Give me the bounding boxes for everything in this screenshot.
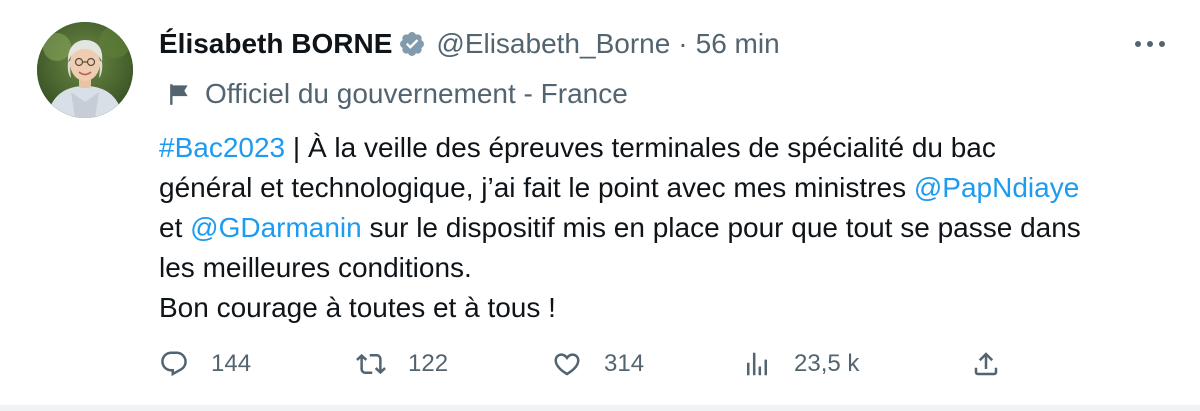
avatar[interactable] <box>37 22 133 118</box>
retweet-icon <box>356 353 386 375</box>
tweet-line: et @GDarmanin sur le dispositif mis en p… <box>159 208 1169 248</box>
tweet-header: Élisabeth BORNE @Elisabeth_Borne · 56 mi… <box>159 24 1170 64</box>
more-icon[interactable] <box>1130 30 1170 58</box>
action-bar: 144 122 314 23,5 k <box>159 344 1019 384</box>
tweet-text-segment: | À la veille des épreuves terminales de… <box>285 132 996 163</box>
like-count: 314 <box>604 350 645 377</box>
tweet-card[interactable]: Élisabeth BORNE @Elisabeth_Borne · 56 mi… <box>0 0 1200 411</box>
tweet-text-segment: général et technologique, j’ai fait le p… <box>159 172 914 203</box>
retweet-count: 122 <box>408 350 449 377</box>
share-icon <box>974 352 998 376</box>
like-icon <box>554 353 580 376</box>
like-button[interactable]: 314 <box>552 344 644 384</box>
tweet-line: #Bac2023 | À la veille des épreuves term… <box>159 128 1169 168</box>
tweet-line: les meilleures conditions. <box>159 248 1169 288</box>
views-icon <box>747 352 767 376</box>
affiliation-label[interactable]: Officiel du gouvernement - France <box>159 74 1170 114</box>
author-handle[interactable]: @Elisabeth_Borne <box>436 24 670 64</box>
separator-dot: · <box>678 28 688 59</box>
reply-button[interactable]: 144 <box>159 344 251 384</box>
share-button[interactable] <box>971 344 1001 384</box>
tweet-text-segment: sur le dispositif mis en place pour que … <box>361 212 1081 243</box>
hashtag-link[interactable]: #Bac2023 <box>159 132 285 163</box>
views-count: 23,5 k <box>794 350 860 377</box>
verified-icon[interactable] <box>398 30 426 58</box>
flag-icon <box>170 84 188 105</box>
views-button[interactable]: 23,5 k <box>742 344 859 384</box>
tweet-text-segment: et <box>159 212 191 243</box>
author-display-name[interactable]: Élisabeth BORNE <box>159 24 392 64</box>
affiliation-label-text: Officiel du gouvernement - France <box>205 78 628 109</box>
tweet-content: Élisabeth BORNE @Elisabeth_Borne · 56 mi… <box>159 24 1170 328</box>
mention-link[interactable]: @PapNdiaye <box>914 172 1079 203</box>
reply-count: 144 <box>211 350 252 377</box>
tweet-text-segment: Bon courage à toutes et à tous ! <box>159 292 556 323</box>
tweet-line: général et technologique, j’ai fait le p… <box>159 168 1169 208</box>
tweet-timestamp[interactable]: 56 min <box>696 24 780 64</box>
tweet-text-segment: les meilleures conditions. <box>159 252 472 283</box>
bottom-divider <box>0 405 1200 411</box>
tweet-text: #Bac2023 | À la veille des épreuves term… <box>159 128 1169 328</box>
retweet-button[interactable]: 122 <box>356 344 448 384</box>
mention-link[interactable]: @GDarmanin <box>190 212 362 243</box>
reply-icon <box>161 351 187 377</box>
tweet-line: Bon courage à toutes et à tous ! <box>159 288 1169 328</box>
